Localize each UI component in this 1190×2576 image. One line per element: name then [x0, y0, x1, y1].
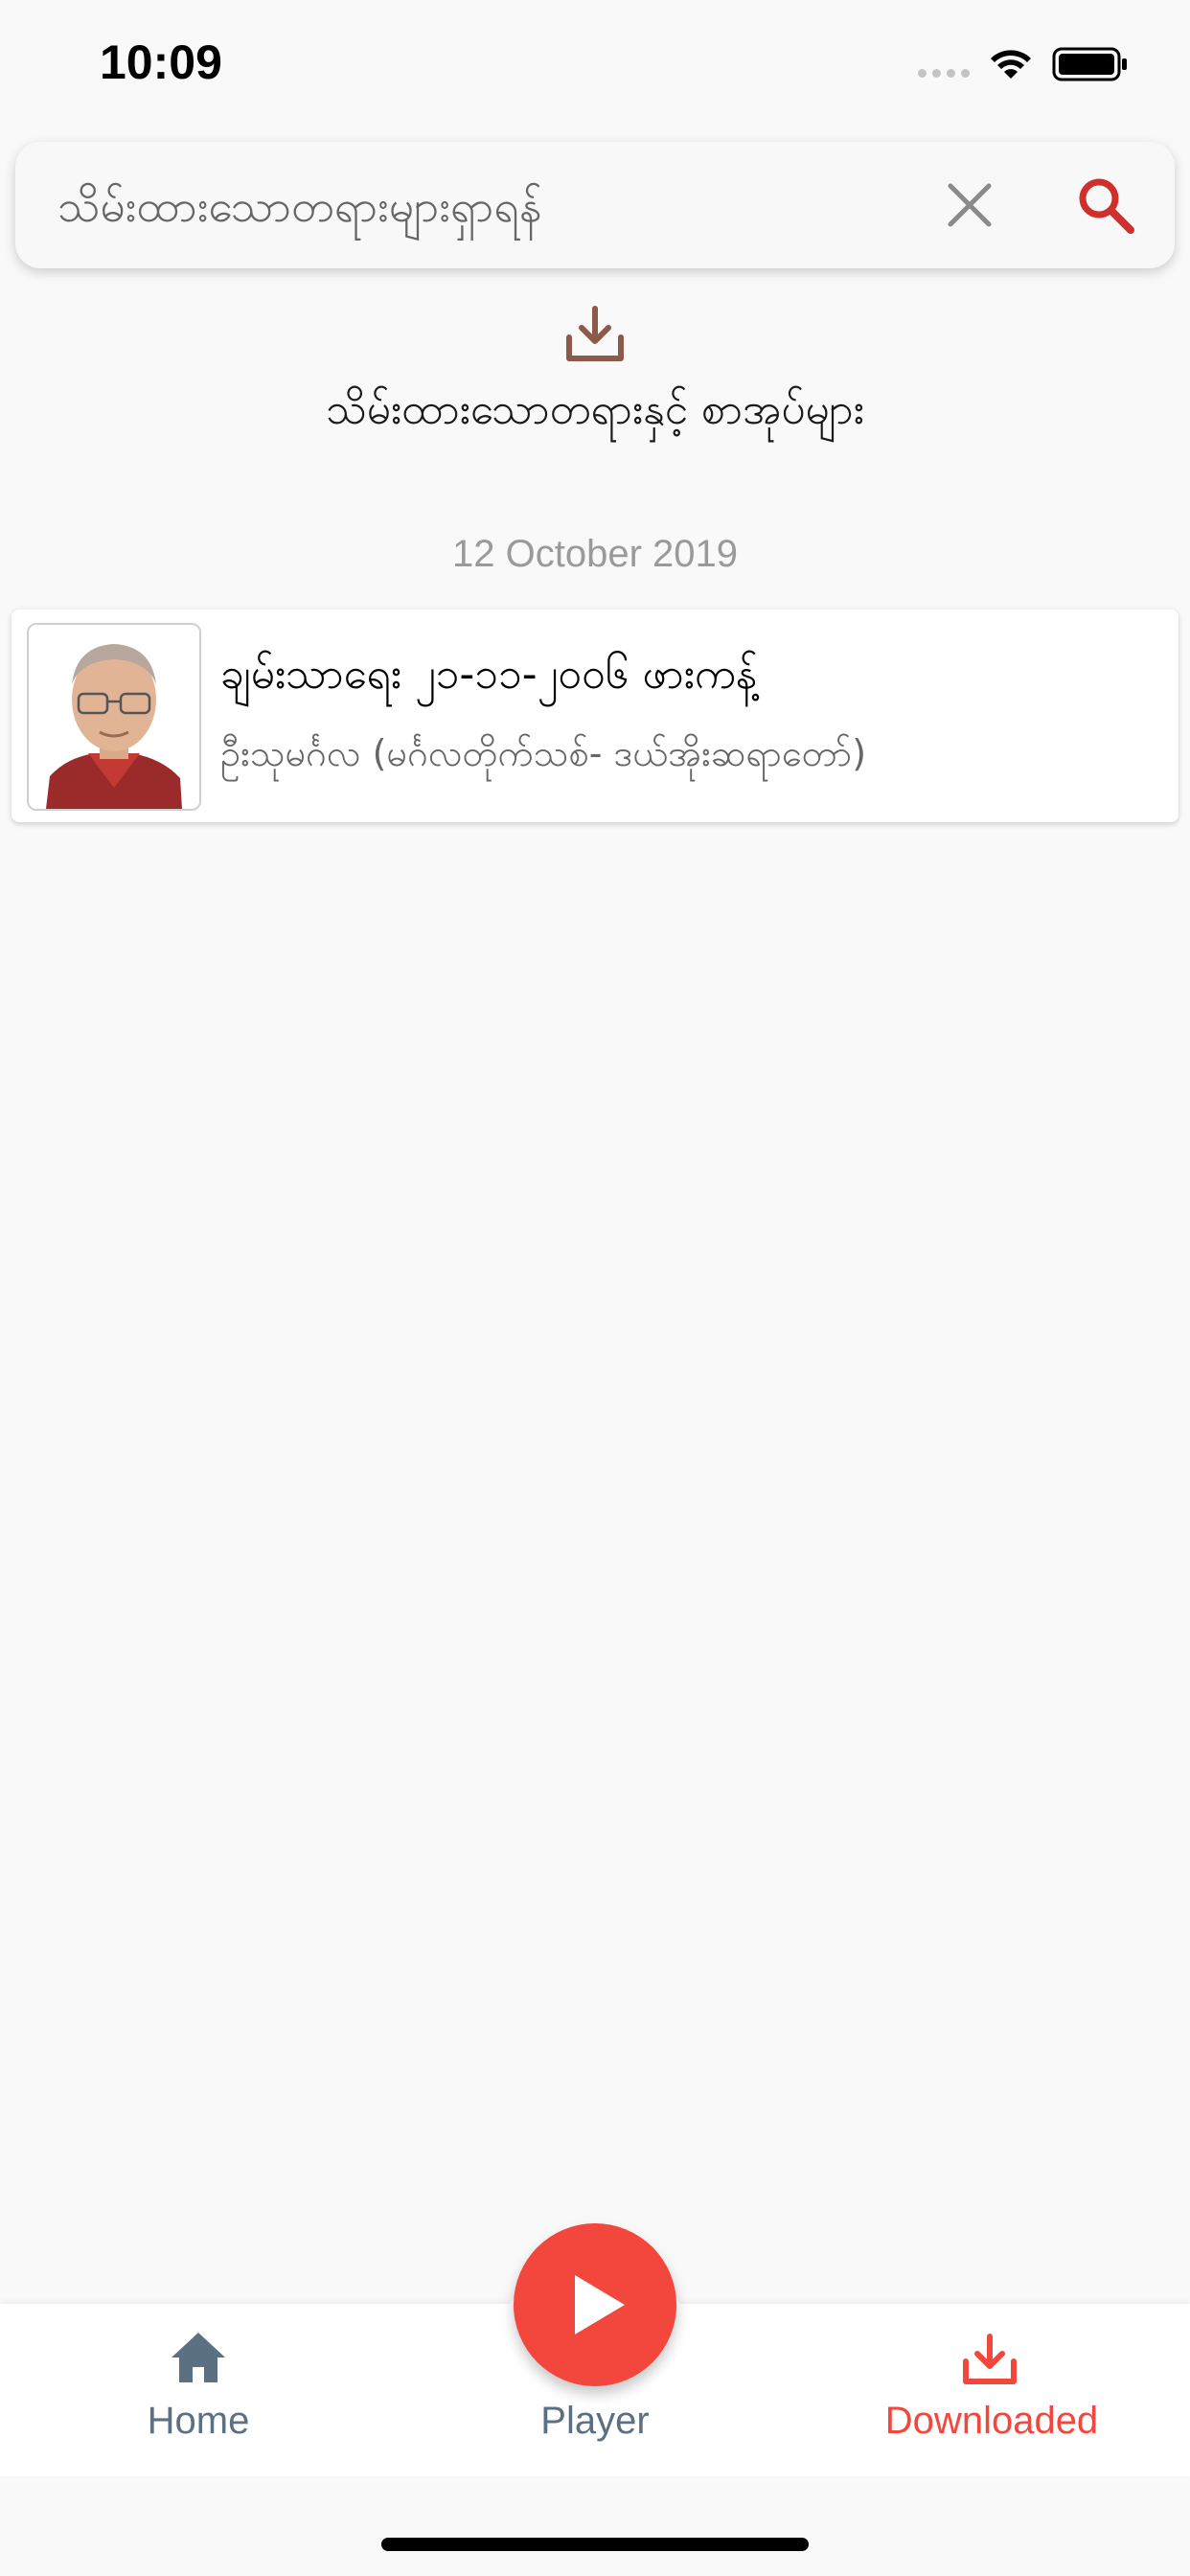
- search-icon[interactable]: [1075, 174, 1136, 236]
- play-icon: [575, 2275, 625, 2334]
- battery-icon: [1052, 47, 1127, 81]
- avatar: [27, 623, 201, 811]
- home-icon: [172, 2333, 225, 2382]
- list-item[interactable]: ချမ်းသာရေး ၂၁-၁၁-၂၀၀၆ ဖားကန့် ဦးသုမင်္ဂလ…: [11, 610, 1179, 822]
- section-date-header: 12 October 2019: [452, 533, 738, 575]
- status-time: 10:09: [100, 35, 222, 89]
- home-indicator[interactable]: [381, 2538, 809, 2551]
- download-icon: [566, 306, 624, 361]
- search-bar: [15, 142, 1175, 268]
- monk-portrait-image: [29, 625, 199, 809]
- tab-home-label: Home: [147, 2400, 250, 2442]
- search-input[interactable]: [56, 169, 903, 243]
- tab-player-label: Player: [540, 2400, 650, 2442]
- status-bar: 10:09: [0, 0, 1190, 128]
- tab-home[interactable]: Home: [0, 2304, 397, 2476]
- screen: 10:09 သိမ်းထားသောတရားနှင့် စာအုပ်မျ: [0, 0, 1190, 2576]
- tab-downloaded[interactable]: Downloaded: [793, 2304, 1190, 2476]
- cellular-signal-icon: [918, 69, 970, 78]
- download-icon: [963, 2334, 1017, 2384]
- item-subtitle: ဦးသုမင်္ဂလ (မင်္ဂလတိုက်သစ်- ဒယ်အိုးဆရာတေ…: [220, 732, 867, 774]
- tab-downloaded-label: Downloaded: [884, 2400, 1099, 2442]
- play-button[interactable]: [514, 2223, 676, 2386]
- page-title: သိမ်းထားသောတရားနှင့် စာအုပ်များ: [326, 385, 864, 434]
- close-icon[interactable]: [943, 178, 996, 232]
- wifi-icon: [991, 50, 1031, 79]
- item-title: ချမ်းသာရေး ၂၁-၁၁-၂၀၀၆ ဖားကန့်: [220, 650, 758, 699]
